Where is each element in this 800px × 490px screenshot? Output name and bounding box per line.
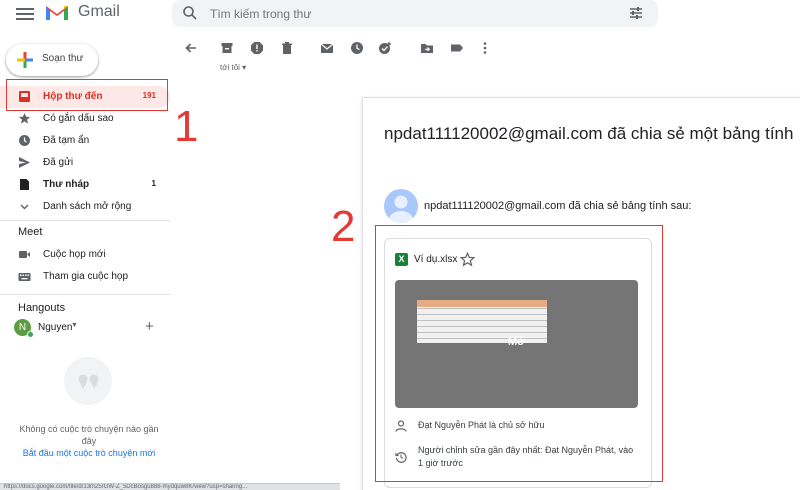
sidebar-item-drafts[interactable]: Thư nháp 1: [0, 174, 170, 196]
hangouts-section-title: Hangouts: [18, 302, 66, 314]
mark-unread-icon[interactable]: [320, 41, 334, 55]
search-icon[interactable]: [182, 5, 198, 21]
meet-join-meeting[interactable]: Tham gia cuộc họp: [0, 266, 170, 288]
delete-icon[interactable]: [280, 41, 294, 55]
recipient-text: tới tôi: [220, 63, 240, 72]
snooze-icon[interactable]: [350, 41, 364, 55]
search-bar[interactable]: [172, 0, 658, 27]
hangouts-empty-text: Không có cuộc trò chuyện nào gần đây: [19, 424, 159, 446]
draft-icon: [20, 179, 29, 190]
move-to-icon[interactable]: [420, 41, 434, 55]
archive-icon[interactable]: [220, 41, 234, 55]
search-input[interactable]: [210, 5, 590, 23]
meet-new-meeting[interactable]: Cuộc họp mới: [0, 244, 170, 266]
sidebar-item-snoozed[interactable]: Đã tạm ẩn: [0, 130, 170, 152]
gmail-logo: [46, 6, 68, 20]
annotation-step-2: 2: [331, 202, 356, 251]
start-chat-link[interactable]: Bắt đầu một cuộc trò chuyện mới: [14, 448, 164, 458]
online-status-icon: [27, 331, 34, 338]
more-options-icon[interactable]: [478, 41, 492, 55]
search-options-icon[interactable]: [628, 5, 644, 21]
compose-plus-icon: [17, 52, 33, 68]
sidebar-divider: [0, 220, 170, 221]
sender-avatar: [384, 189, 418, 223]
sidebar-item-label: Danh sách mở rộng: [43, 201, 132, 212]
hangouts-quote-icon: [64, 357, 112, 405]
annotation-box-file: [375, 225, 663, 482]
recipient-line[interactable]: tới tôi ▾: [220, 63, 246, 72]
back-arrow-icon[interactable]: [184, 41, 198, 55]
compose-button[interactable]: Soạn thư: [6, 44, 98, 76]
caret-down-icon[interactable]: ▼: [71, 322, 78, 329]
draft-count: 1: [151, 179, 156, 188]
sidebar-item-label: Đã tạm ẩn: [43, 135, 90, 146]
annotation-step-1: 1: [174, 102, 199, 151]
add-chat-icon[interactable]: +: [145, 318, 154, 335]
sidebar-item-label: Đã gửi: [43, 157, 74, 168]
report-spam-icon[interactable]: [250, 41, 264, 55]
annotation-box-inbox: [6, 79, 168, 111]
sidebar-item-sent[interactable]: Đã gửi: [0, 152, 170, 174]
compose-label: Soạn thư: [42, 53, 84, 64]
meet-item-label: Tham gia cuộc họp: [43, 271, 129, 282]
star-icon: [19, 113, 30, 124]
main-menu-icon[interactable]: [16, 6, 34, 22]
keyboard-icon: [18, 273, 31, 281]
top-bar: Gmail: [0, 0, 800, 34]
clock-icon: [19, 135, 30, 146]
chevron-down-icon: [20, 204, 29, 210]
label-icon[interactable]: [450, 41, 464, 55]
sidebar-item-more[interactable]: Danh sách mở rộng: [0, 196, 170, 218]
caret-down-icon[interactable]: ▾: [242, 63, 246, 72]
sender-line: npdat111120002@gmail.com đã chia sẻ bảng…: [424, 200, 692, 212]
app-name: Gmail: [78, 3, 120, 20]
meet-item-label: Cuộc họp mới: [43, 249, 106, 260]
email-subject: npdat111120002@gmail.com đã chia sẻ một …: [384, 124, 794, 143]
meet-section-title: Meet: [18, 226, 43, 238]
add-task-icon[interactable]: [378, 41, 392, 55]
sidebar-item-starred[interactable]: Có gắn dấu sao: [0, 108, 170, 130]
sidebar-item-label: Có gắn dấu sao: [43, 113, 114, 124]
sidebar-item-label: Thư nháp: [43, 179, 90, 190]
hangouts-user-name[interactable]: Nguyen: [38, 322, 72, 333]
sidebar-divider: [0, 294, 170, 295]
video-icon: [19, 251, 30, 258]
send-icon: [19, 157, 30, 168]
status-url: https://docs.google.com/file/d/13m25rGW-…: [0, 483, 340, 490]
